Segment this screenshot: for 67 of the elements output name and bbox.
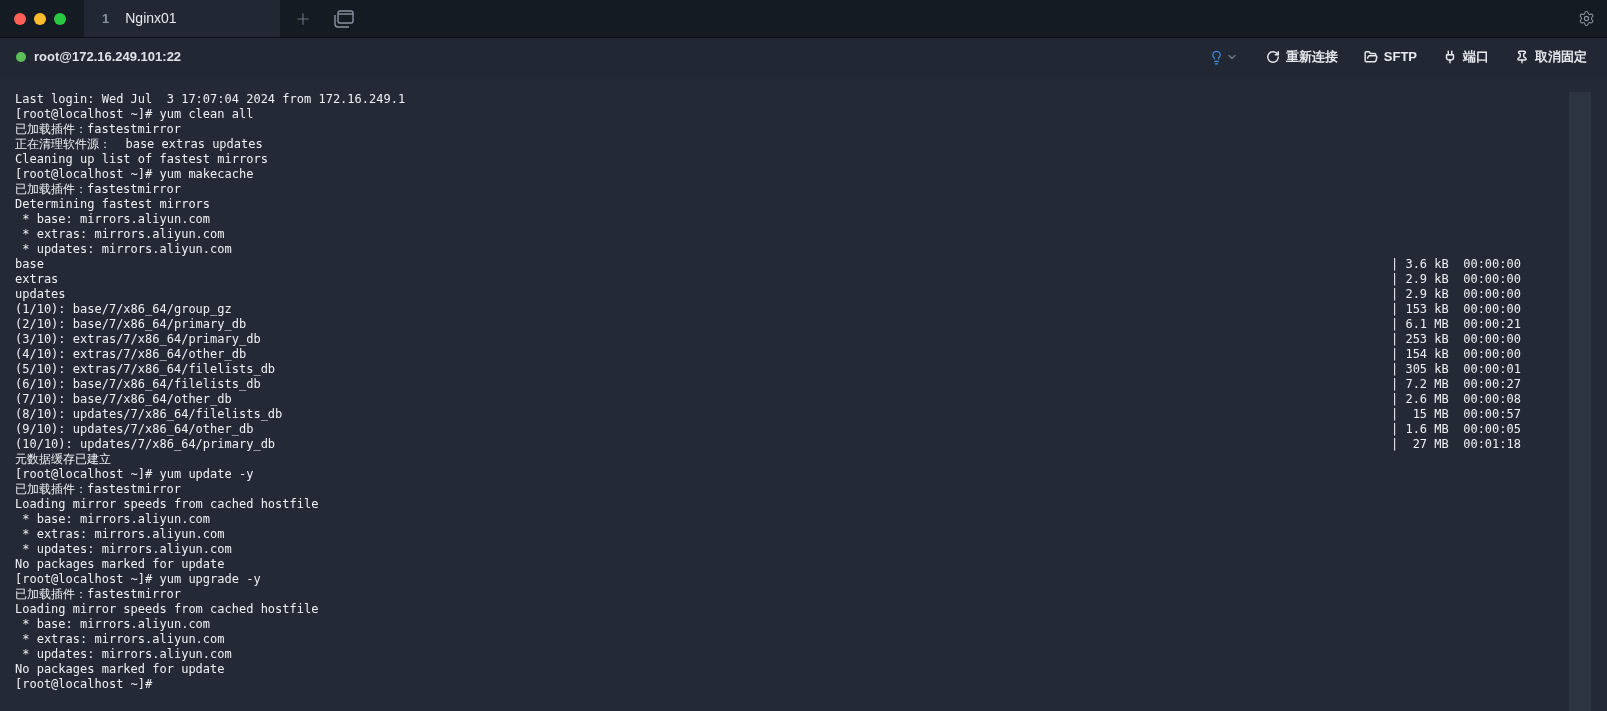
transfer-stats: | 15 MB 00:00:57 <box>1390 407 1521 422</box>
folder-icon <box>1363 50 1378 64</box>
terminal-line: Cleaning up list of fastest mirrors <box>15 152 268 167</box>
terminal-line: * base: mirrors.aliyun.com <box>21 512 211 527</box>
transfer-stats: | 2.9 kB 00:00:00 <box>1390 272 1521 287</box>
toolbar-button[interactable]: 重新连接 <box>1265 47 1338 67</box>
transfer-stats: | 7.2 MB 00:00:27 <box>1390 377 1521 392</box>
terminal-line: [root@localhost ~]# yum clean all <box>15 107 254 122</box>
transfer-stats: | 6.1 MB 00:00:21 <box>1390 317 1521 332</box>
tab-number: 1 <box>102 9 110 28</box>
terminal-line: [root@localhost ~]# yum upgrade -y <box>15 572 261 587</box>
session-tab[interactable]: 1 Nginx01 <box>84 0 280 37</box>
terminal-line: (5/10): extras/7/x86_64/filelists_db <box>15 362 276 377</box>
terminal-line: * base: mirrors.aliyun.com <box>21 617 211 632</box>
terminal-line: Loading mirror speeds from cached hostfile <box>15 497 319 512</box>
transfer-stats: | 2.6 MB 00:00:08 <box>1390 392 1521 407</box>
terminal-line: (7/10): base/7/x86_64/other_db <box>15 392 232 407</box>
transfer-stats: | 154 kB 00:00:00 <box>1390 347 1521 362</box>
transfer-stats: | 2.9 kB 00:00:00 <box>1390 287 1521 302</box>
windows-icon[interactable] <box>334 9 354 28</box>
terminal-line: updates <box>15 287 66 302</box>
terminal-line: 已加载插件：fastestmirror <box>15 122 181 137</box>
terminal-line: [root@localhost ~]# yum makecache <box>15 167 254 182</box>
terminal-line: Loading mirror speeds from cached hostfile <box>15 602 319 617</box>
terminal-line: * updates: mirrors.aliyun.com <box>21 542 232 557</box>
terminal-line: (8/10): updates/7/x86_64/filelists_db <box>15 407 283 422</box>
terminal-line: 已加载插件：fastestmirror <box>15 587 181 602</box>
toolbar-button[interactable]: SFTP <box>1363 47 1417 67</box>
terminal-line: (10/10): updates/7/x86_64/primary_db <box>15 437 276 452</box>
transfer-stats: | 27 MB 00:01:18 <box>1390 437 1521 452</box>
transfer-stats: | 305 kB 00:00:01 <box>1390 362 1521 377</box>
terminal-line: * base: mirrors.aliyun.com <box>21 212 211 227</box>
terminal-line: 正在清理软件源： base extras updates <box>15 137 263 152</box>
terminal-line: base <box>15 257 44 272</box>
terminal-line: * updates: mirrors.aliyun.com <box>21 647 232 662</box>
host-label: root@172.16.249.101:22 <box>34 48 182 67</box>
terminal-line: (4/10): extras/7/x86_64/other_db <box>15 347 247 362</box>
terminal-line: * extras: mirrors.aliyun.com <box>21 632 225 647</box>
terminal-line: 已加载插件：fastestmirror <box>15 182 181 197</box>
terminal-line: [root@localhost ~]# yum update -y <box>15 467 254 482</box>
transfer-stats: | 153 kB 00:00:00 <box>1390 302 1521 317</box>
terminal-line: (1/10): base/7/x86_64/group_gz <box>15 302 232 317</box>
terminal-line: extras <box>15 272 59 287</box>
settings-icon[interactable] <box>1578 10 1595 27</box>
refresh-icon <box>1265 50 1280 64</box>
terminal-line: (6/10): base/7/x86_64/filelists_db <box>15 377 261 392</box>
pin-icon <box>1515 50 1529 64</box>
terminal-line: Last login: Wed Jul 3 17:07:04 2024 from 172.16.249.1 <box>15 92 406 107</box>
terminal-line: [root@localhost ~]# <box>15 677 153 692</box>
plug-icon <box>1443 50 1457 64</box>
terminal-line: * extras: mirrors.aliyun.com <box>21 227 225 242</box>
terminal-line: 已加载插件：fastestmirror <box>15 482 181 497</box>
terminal-line: Determining fastest mirrors <box>15 197 211 212</box>
terminal-line: 元数据缓存已建立 <box>15 452 111 467</box>
terminal-line: (9/10): updates/7/x86_64/other_db <box>15 422 254 437</box>
transfer-stats: | 3.6 kB 00:00:00 <box>1390 257 1521 272</box>
terminal-line: * extras: mirrors.aliyun.com <box>21 527 225 542</box>
terminal-line: (2/10): base/7/x86_64/primary_db <box>15 317 247 332</box>
transfer-stats: | 253 kB 00:00:00 <box>1390 332 1521 347</box>
toolbar-button[interactable]: 取消固定 <box>1515 47 1587 67</box>
terminal-line: No packages marked for update <box>15 557 225 572</box>
toolbar-button[interactable]: 端口 <box>1443 47 1489 67</box>
terminal-line: No packages marked for update <box>15 662 225 677</box>
transfer-stats: | 1.6 MB 00:00:05 <box>1390 422 1521 437</box>
terminal-line: * updates: mirrors.aliyun.com <box>21 242 232 257</box>
tab-title: Nginx01 <box>125 9 177 28</box>
terminal-line: (3/10): extras/7/x86_64/primary_db <box>15 332 261 347</box>
